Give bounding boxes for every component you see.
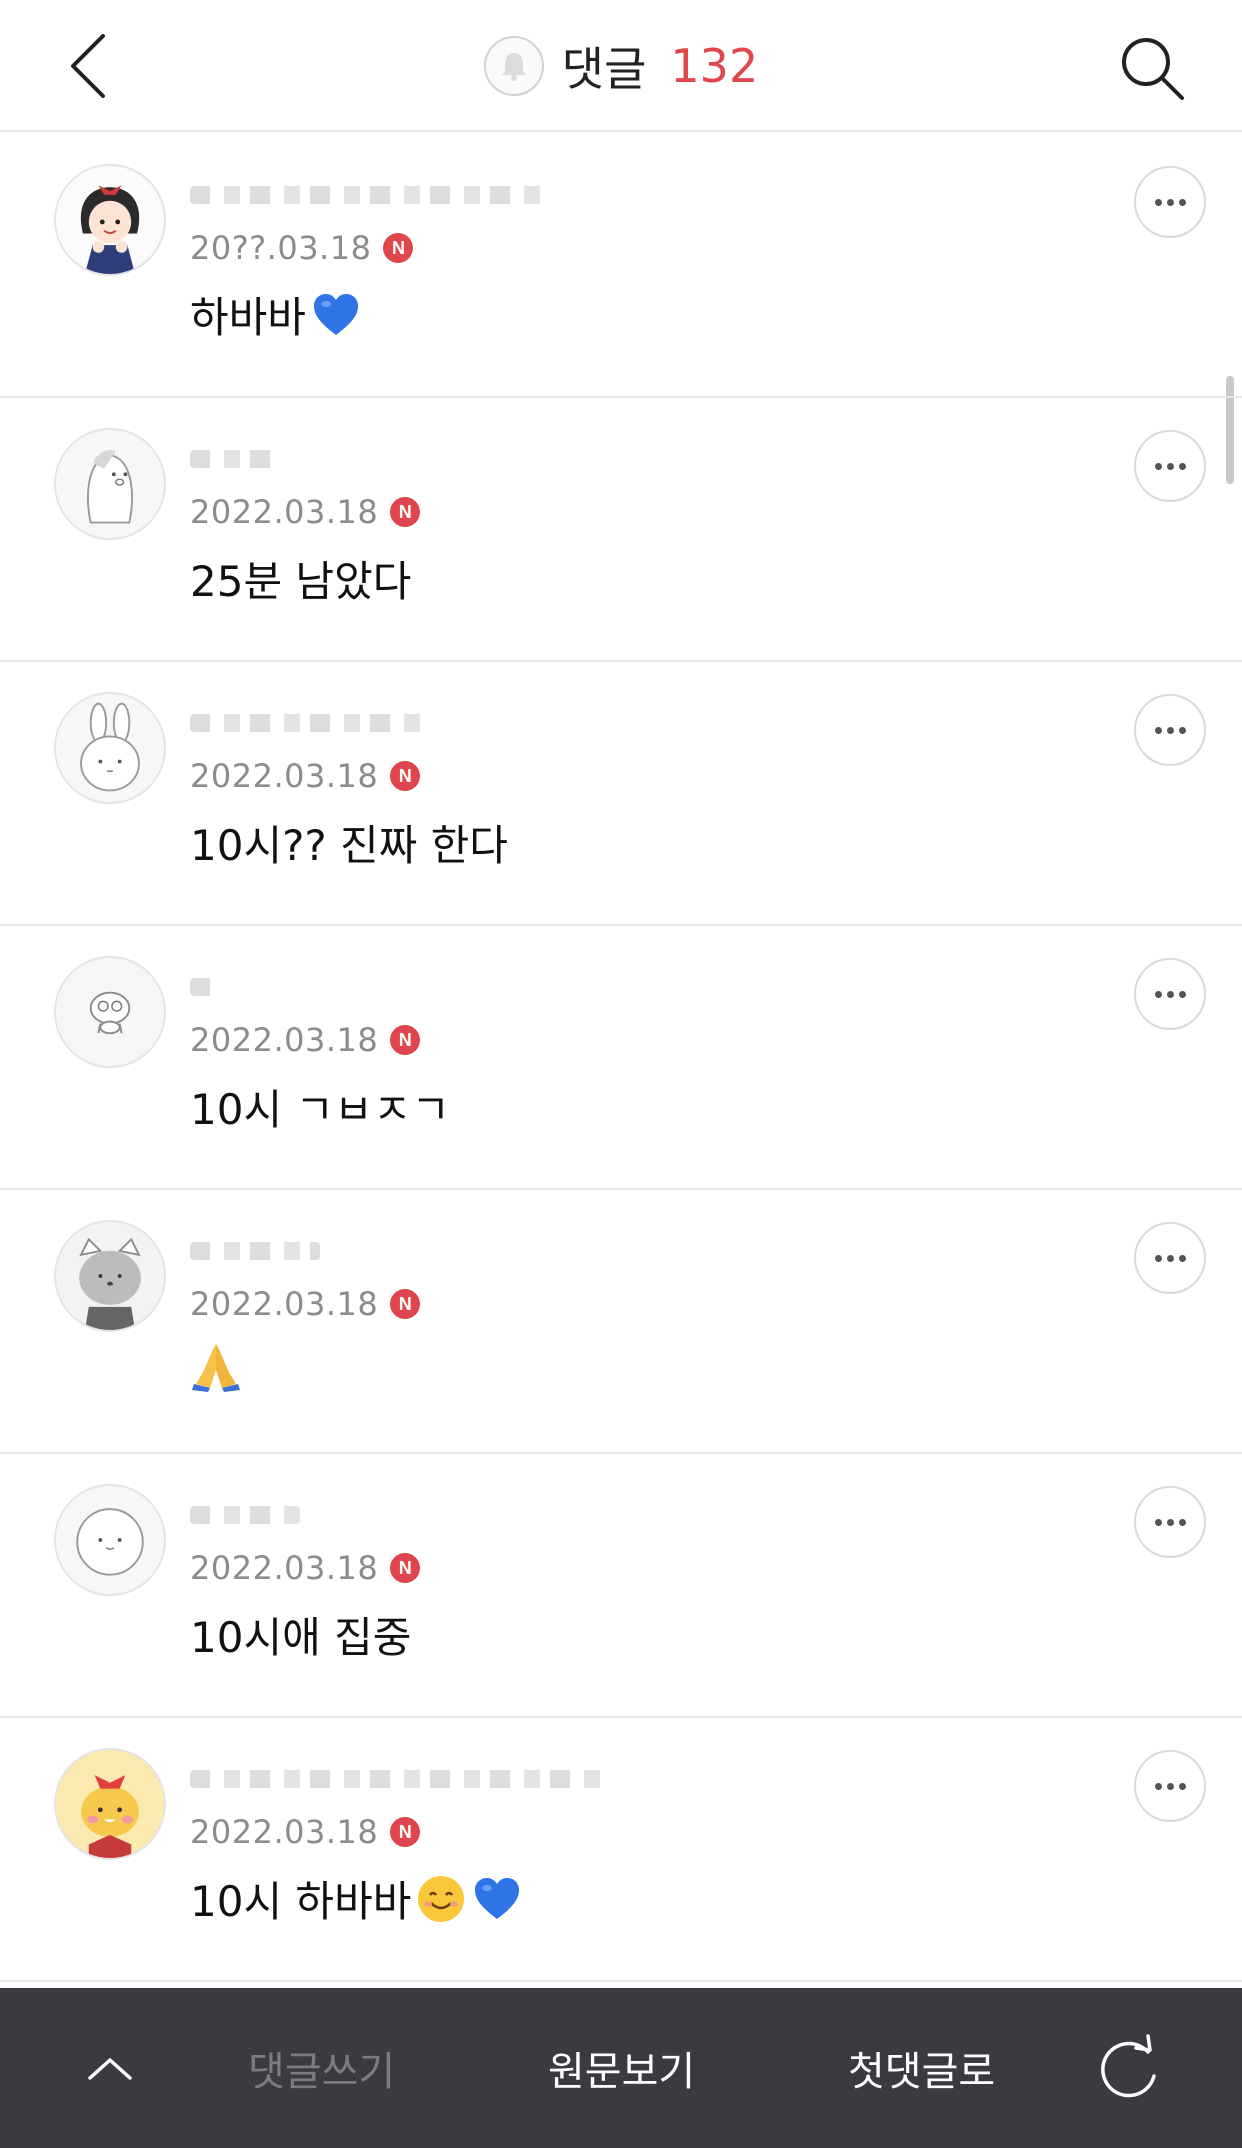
comment-date: 2022.03.18	[190, 1813, 379, 1851]
comment-date: 2022.03.18	[190, 757, 379, 795]
more-dots-icon	[1154, 198, 1162, 206]
avatar[interactable]	[54, 428, 166, 540]
smiling-face-icon	[418, 1875, 465, 1922]
bell-icon	[501, 53, 526, 81]
scroll-top-button[interactable]	[70, 2028, 150, 2108]
comment-body	[190, 1340, 246, 1392]
header-bar: 댓글 132	[0, 0, 1242, 132]
white-character-icon	[56, 1486, 164, 1594]
search-button[interactable]	[1112, 28, 1192, 108]
notification-toggle[interactable]	[483, 36, 544, 96]
bottom-toolbar: 댓글쓰기 원문보기 첫댓글로	[0, 1988, 1242, 2148]
new-badge: N	[390, 1289, 421, 1319]
comment-count: 132	[670, 39, 759, 93]
comments-page: 댓글 132 20??.03.18 N 하바바 2022.03.18 N 25분…	[0, 0, 1242, 2148]
blob-character-icon	[56, 958, 164, 1066]
more-options-button[interactable]	[1134, 694, 1206, 766]
lion-character-icon	[56, 1750, 164, 1858]
comment-body: 10시애 집중	[190, 1604, 411, 1665]
comment-body: 25분 남았다	[190, 548, 411, 609]
comment-item: 2022.03.18 N 25분 남았다	[0, 398, 1242, 662]
nickname-redacted	[190, 714, 430, 732]
comment-body: 하바바	[190, 284, 362, 345]
more-options-button[interactable]	[1134, 1486, 1206, 1558]
new-badge: N	[390, 1025, 421, 1055]
more-dots-icon	[1154, 1518, 1162, 1526]
nickname-redacted	[190, 450, 280, 468]
comment-item: 2022.03.18 N	[0, 1190, 1242, 1454]
more-dots-icon	[1154, 1782, 1162, 1790]
more-dots-icon	[1154, 726, 1162, 734]
more-dots-icon	[1154, 990, 1162, 998]
comment-item: 2022.03.18 N 10시애 집중	[0, 1454, 1242, 1718]
avatar[interactable]	[54, 692, 166, 804]
comment-date: 2022.03.18	[190, 1021, 379, 1059]
blue-heart-icon	[313, 293, 358, 335]
comment-list: 20??.03.18 N 하바바 2022.03.18 N 25분 남았다 20…	[0, 134, 1242, 1982]
new-badge: N	[383, 233, 414, 263]
avatar[interactable]	[54, 1484, 166, 1596]
refresh-icon	[1101, 2034, 1156, 2098]
new-badge: N	[390, 497, 421, 527]
cat-character-icon	[56, 1222, 164, 1330]
nickname-redacted	[190, 978, 220, 996]
write-comment-button[interactable]: 댓글쓰기	[248, 2038, 395, 2098]
search-icon	[1122, 38, 1184, 100]
more-options-button[interactable]	[1134, 1222, 1206, 1294]
rabbit-character-icon	[56, 694, 164, 802]
comment-meta: 2022.03.18 N	[190, 1020, 421, 1060]
more-dots-icon	[1154, 1254, 1162, 1262]
comment-text: 10시애 집중	[190, 1613, 412, 1662]
nickname-redacted	[190, 1242, 320, 1260]
comment-meta: 2022.03.18 N	[190, 492, 421, 532]
comment-text: 하바바	[190, 293, 306, 342]
comment-meta: 2022.03.18 N	[190, 1548, 421, 1588]
refresh-button[interactable]	[1084, 2024, 1172, 2112]
nickname-redacted	[190, 1770, 610, 1788]
comment-text: 10시 ㄱㅂㅈㄱ	[190, 1085, 450, 1134]
comment-body: 10시 ㄱㅂㅈㄱ	[190, 1076, 450, 1137]
comment-date: 2022.03.18	[190, 1549, 379, 1587]
girl-character-icon	[56, 166, 164, 274]
avatar[interactable]	[54, 164, 166, 276]
comment-meta: 20??.03.18 N	[190, 228, 414, 268]
new-badge: N	[390, 1553, 421, 1583]
comment-meta: 2022.03.18 N	[190, 1812, 421, 1852]
title-label: 댓글	[561, 42, 647, 96]
chevron-up-icon	[88, 2058, 132, 2080]
more-options-button[interactable]	[1134, 166, 1206, 238]
more-options-button[interactable]	[1134, 958, 1206, 1030]
avatar[interactable]	[54, 1220, 166, 1332]
nickname-redacted	[190, 1506, 300, 1524]
comment-item: 2022.03.18 N 10시?? 진짜 한다	[0, 662, 1242, 926]
more-dots-icon	[1154, 462, 1162, 470]
view-original-button[interactable]: 원문보기	[548, 2038, 695, 2098]
comment-meta: 2022.03.18 N	[190, 756, 421, 796]
penguin-character-icon	[56, 430, 164, 538]
avatar[interactable]	[54, 1748, 166, 1860]
comment-date: 2022.03.18	[190, 1285, 379, 1323]
comment-item: 2022.03.18 N 10시 하바바	[0, 1718, 1242, 1982]
folded-hands-icon	[192, 1344, 240, 1392]
more-options-button[interactable]	[1134, 1750, 1206, 1822]
comment-body: 10시?? 진짜 한다	[190, 812, 508, 873]
comment-body: 10시 하바바	[190, 1868, 523, 1929]
comment-meta: 2022.03.18 N	[190, 1284, 421, 1324]
comment-item: 20??.03.18 N 하바바	[0, 134, 1242, 398]
comment-date: 20??.03.18	[190, 229, 372, 267]
new-badge: N	[390, 761, 421, 791]
new-badge: N	[390, 1817, 421, 1847]
blue-heart-icon	[475, 1877, 520, 1919]
comment-text: 10시 하바바	[190, 1877, 412, 1926]
comment-date: 2022.03.18	[190, 493, 379, 531]
comment-text: 10시?? 진짜 한다	[190, 821, 508, 870]
more-options-button[interactable]	[1134, 430, 1206, 502]
nickname-redacted	[190, 186, 550, 204]
first-comment-button[interactable]: 첫댓글로	[848, 2038, 995, 2098]
comment-item: 2022.03.18 N 10시 ㄱㅂㅈㄱ	[0, 926, 1242, 1190]
avatar[interactable]	[54, 956, 166, 1068]
page-title: 댓글 132	[0, 30, 1242, 102]
comment-text: 25분 남았다	[190, 557, 412, 606]
